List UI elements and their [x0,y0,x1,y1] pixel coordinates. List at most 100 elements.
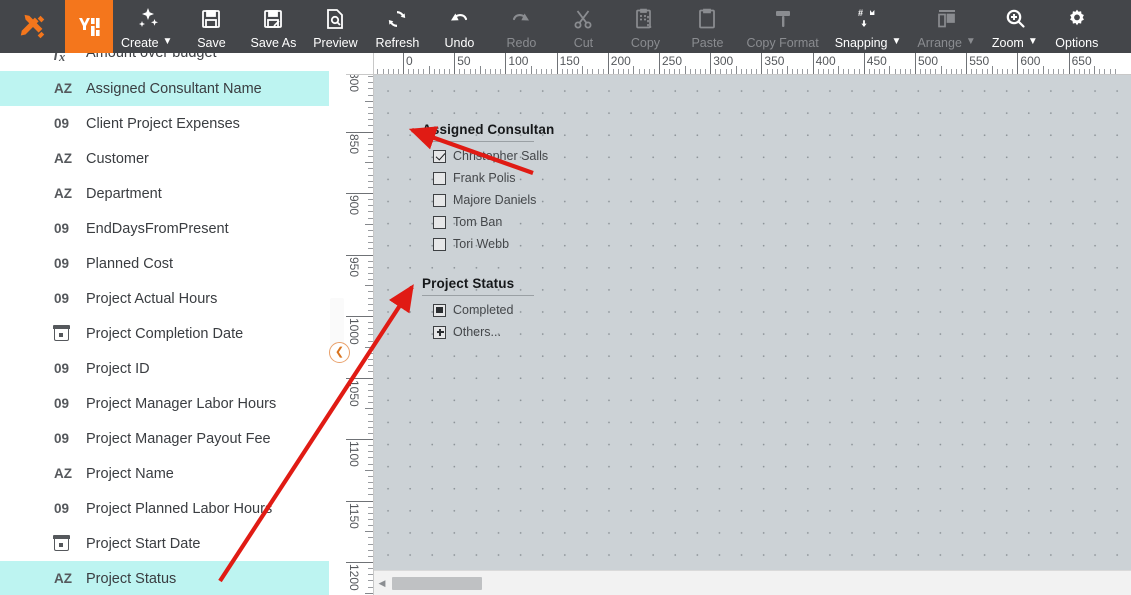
ruler-minor-tick [792,69,794,74]
toolbar-options-button[interactable]: Options [1046,0,1108,53]
number-type-icon: 09 [54,256,70,271]
checkbox-partial-icon[interactable] [433,303,446,317]
ruler-label: 950 [347,256,361,277]
filter-option-row[interactable]: Tori Webb [422,233,534,255]
field-list-item-label: Client Project Expenses [86,115,240,132]
field-list-item[interactable]: 09 Project ID [0,351,329,386]
toolbar-refresh-button[interactable]: Refresh [366,0,428,53]
arrange-icon [935,6,959,31]
ruler-minor-tick [822,69,824,74]
scroll-left-arrow-icon[interactable]: ◀ [374,571,390,595]
ruler-minor-tick [368,242,373,244]
checkbox-unchecked-icon[interactable] [433,171,446,185]
ruler-minor-tick [368,389,373,391]
filter-option-row[interactable]: Majore Daniels [422,189,536,211]
ruler-minor-tick [986,69,988,74]
ruler-minor-tick [368,574,373,576]
field-list-item[interactable]: AZ Project Status [0,561,329,595]
field-list-item[interactable]: fx Amount over budget [0,53,329,71]
ruler-minor-tick [423,69,425,74]
ruler-minor-tick [515,69,517,74]
calendar-icon [53,535,70,551]
field-list-item[interactable]: 09 Client Project Expenses [0,106,329,141]
canvas-horizontal-scrollbar[interactable]: ◀ [374,570,1131,595]
ruler-minor-tick [597,69,599,74]
checkbox-unchecked-icon[interactable] [433,193,446,207]
ruler-minor-tick [874,69,876,74]
field-list-item[interactable]: 09 Project Actual Hours [0,281,329,316]
ruler-minor-tick [546,69,548,74]
toolbar-create-button[interactable]: Create ▼ [113,0,180,53]
ruler-minor-tick [669,69,671,74]
checkbox-unchecked-icon[interactable] [433,237,446,251]
filter-option-row[interactable]: Tom Ban [422,211,534,233]
vertical-ruler: 800 850 900 950 1000 1050 1100 1150 1200 [346,75,374,595]
scissors-icon [571,6,595,31]
toolbar-save-as-button[interactable]: Save As [242,0,304,53]
ruler-minor-tick [368,322,373,324]
ruler-minor-tick [935,69,937,74]
dashboard-app-tile[interactable] [65,0,113,53]
ruler-minor-tick [633,66,635,74]
field-list-item-label: Customer [86,150,149,167]
field-list-item[interactable]: Project Start Date [0,526,329,561]
field-list-item[interactable]: 09 Planned Cost [0,246,329,281]
filter-option-row[interactable]: Frank Polis [422,167,534,189]
project-status-filter-widget[interactable]: Project Status Completed Others... [422,276,534,343]
app-logo[interactable] [0,0,65,53]
toolbar-redo-button: Redo [490,0,552,53]
chevron-down-icon: ▼ [1027,36,1038,47]
ruler-minor-tick [368,586,373,588]
ruler-major-tick [346,377,373,379]
field-list-item[interactable]: AZ Assigned Consultant Name [0,71,329,106]
ruler-minor-tick [365,531,373,533]
filter-option-row[interactable]: Christopher Salls [422,145,548,167]
ruler-minor-tick [955,69,957,74]
field-list-item[interactable]: 09 Project Planned Labor Hours [0,491,329,526]
field-list-panel[interactable]: fx Amount over budget AZ Assigned Consultan… [0,53,329,595]
ruler-label: 50 [457,54,471,68]
field-list-item[interactable]: 09 Project Manager Labor Hours [0,386,329,421]
ruler-minor-tick [368,340,373,342]
toolbar-item-label: Undo [444,36,475,50]
toolbar-arrange-button: Arrange ▼ [909,0,983,53]
ruler-minor-tick [1083,69,1085,74]
ruler-minor-tick [368,168,373,170]
field-list-item[interactable]: 09 Project Manager Payout Fee [0,421,329,456]
toolbar-preview-button[interactable]: Preview [304,0,366,53]
panel-collapse-button[interactable]: ❮ [329,342,350,363]
ruler-minor-tick [368,180,373,182]
ruler-minor-tick [368,359,373,361]
horizontal-scroll-thumb[interactable] [392,576,482,590]
expand-plus-icon[interactable] [433,325,446,339]
ruler-minor-tick [368,137,373,139]
filter-option-row[interactable]: Completed [422,299,534,321]
assigned-consultant-filter-widget[interactable]: Assigned Consultan Christopher Salls Fra… [422,122,554,255]
toolbar-zoom-button[interactable]: Zoom ▼ [984,0,1046,53]
field-list-item[interactable]: 09 EndDaysFromPresent [0,211,329,246]
field-list-item[interactable]: AZ Department [0,176,329,211]
formula-icon: fx [54,53,66,64]
checkbox-checked-icon[interactable] [433,149,446,163]
ruler-minor-tick [368,475,373,477]
ruler-minor-tick [418,69,420,74]
field-list-item[interactable]: Project Completion Date [0,316,329,351]
field-list-item[interactable]: AZ Customer [0,141,329,176]
toolbar-undo-button[interactable]: Undo [428,0,490,53]
field-list-item-label: Project Manager Labor Hours [86,395,277,412]
toolbar-save-button[interactable]: Save [180,0,242,53]
filter-option-row[interactable]: Others... [422,321,534,343]
widget-title-divider [422,141,534,142]
ruler-minor-tick [868,69,870,74]
toolbar-snapping-button[interactable]: # Snapping ▼ [827,0,910,53]
field-list-item[interactable]: AZ Project Name [0,456,329,491]
checkbox-unchecked-icon[interactable] [433,215,446,229]
ruler-minor-tick [725,69,727,74]
ruler-major-tick [556,53,558,74]
ruler-major-tick [346,254,373,256]
ruler-minor-tick [368,518,373,520]
ruler-major-tick [346,439,373,440]
design-canvas[interactable]: Assigned Consultan Christopher Salls Fra… [374,75,1131,570]
ruler-minor-tick [449,69,451,74]
field-list-item-label: Project ID [86,360,150,377]
